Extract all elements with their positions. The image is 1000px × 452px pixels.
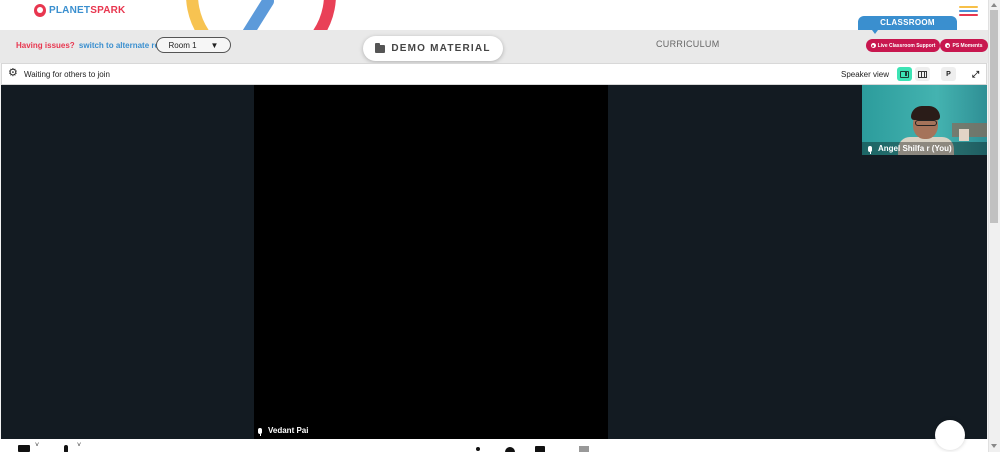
scrollbar-thumb[interactable]: [990, 10, 998, 223]
camera-icon[interactable]: [18, 445, 30, 452]
brand-name: PLANETSPARK: [49, 5, 125, 16]
top-bar: [0, 0, 988, 30]
brand-name-part1: PLANET: [49, 5, 91, 16]
grid-view-button[interactable]: [915, 67, 930, 81]
room-select-value: Room 1: [168, 40, 197, 50]
planet-logo-icon: [34, 4, 46, 17]
curriculum-tab[interactable]: CURRICULUM: [656, 39, 720, 49]
share-screen-icon[interactable]: [535, 446, 545, 452]
speaker-view-button[interactable]: [897, 67, 912, 81]
app-root: PLANETSPARK Having issues? switch to alt…: [0, 0, 1000, 452]
menu-line-2: [959, 10, 978, 12]
scroll-down-arrow-icon[interactable]: [991, 444, 997, 448]
live-support-label: Live Classroom Support: [877, 42, 936, 49]
issues-notice: Having issues? switch to alternate room: [16, 41, 171, 50]
microphone-options-chevron-icon[interactable]: ˅: [77, 442, 81, 449]
menu-line-3: [959, 14, 978, 16]
p-button[interactable]: P: [941, 67, 956, 81]
grid-view-icon: [918, 70, 927, 78]
whiteboard-icon[interactable]: [579, 446, 589, 452]
record-icon[interactable]: [505, 447, 515, 452]
live-support-button[interactable]: Live Classroom Support: [866, 39, 940, 52]
speaker-view-icon: [900, 70, 909, 78]
main-participant-label: Vedant Pai: [258, 426, 309, 436]
self-video-hair: [911, 106, 940, 120]
ps-moments-button[interactable]: PS Moments: [940, 39, 988, 52]
demo-material-label: DEMO MATERIAL: [391, 43, 491, 54]
ps-moments-label: PS Moments: [952, 42, 983, 49]
support-icon: [870, 43, 876, 48]
info-icon[interactable]: [476, 447, 480, 451]
bottom-toolbar: [0, 439, 988, 452]
menu-line-1: [959, 6, 978, 8]
main-participant-name: Vedant Pai: [268, 426, 309, 435]
brand-name-part2: SPARK: [90, 5, 126, 16]
self-participant-label: Angel Shilfa r (You): [862, 142, 987, 155]
caret-down-icon: ▼: [210, 40, 219, 50]
video-header: ⚙ Waiting for others to join Speaker vie…: [1, 63, 987, 85]
chat-bubble-icon[interactable]: [935, 420, 965, 450]
scroll-up-arrow-icon[interactable]: [991, 3, 997, 7]
view-mode-label: Speaker view: [841, 70, 890, 79]
brand-logo[interactable]: PLANETSPARK: [34, 4, 125, 17]
gear-icon[interactable]: ⚙: [8, 68, 19, 79]
folder-icon: [375, 42, 386, 53]
hamburger-menu-icon[interactable]: [959, 6, 978, 16]
expand-icon[interactable]: ⤢: [968, 67, 983, 81]
self-video-tile[interactable]: Angel Shilfa r (You): [862, 85, 987, 155]
microphone-icon: [258, 427, 262, 436]
demo-material-button[interactable]: DEMO MATERIAL: [363, 36, 503, 61]
camera-options-chevron-icon[interactable]: ˅: [35, 442, 39, 449]
room-select[interactable]: Room 1 ▼: [156, 37, 231, 53]
classroom-tab[interactable]: CLASSROOM: [858, 16, 957, 34]
microphone-icon[interactable]: [64, 445, 68, 452]
self-video-glasses: [915, 120, 937, 126]
microphone-icon: [868, 145, 872, 154]
main-video-tile[interactable]: [254, 85, 608, 439]
moments-icon: [945, 43, 951, 48]
status-text: Waiting for others to join: [24, 70, 110, 79]
issues-question: Having issues?: [16, 41, 75, 50]
self-video-frame: [959, 129, 969, 141]
self-video-shelf: [952, 123, 987, 137]
self-participant-name: Angel Shilfa r (You): [878, 144, 952, 153]
